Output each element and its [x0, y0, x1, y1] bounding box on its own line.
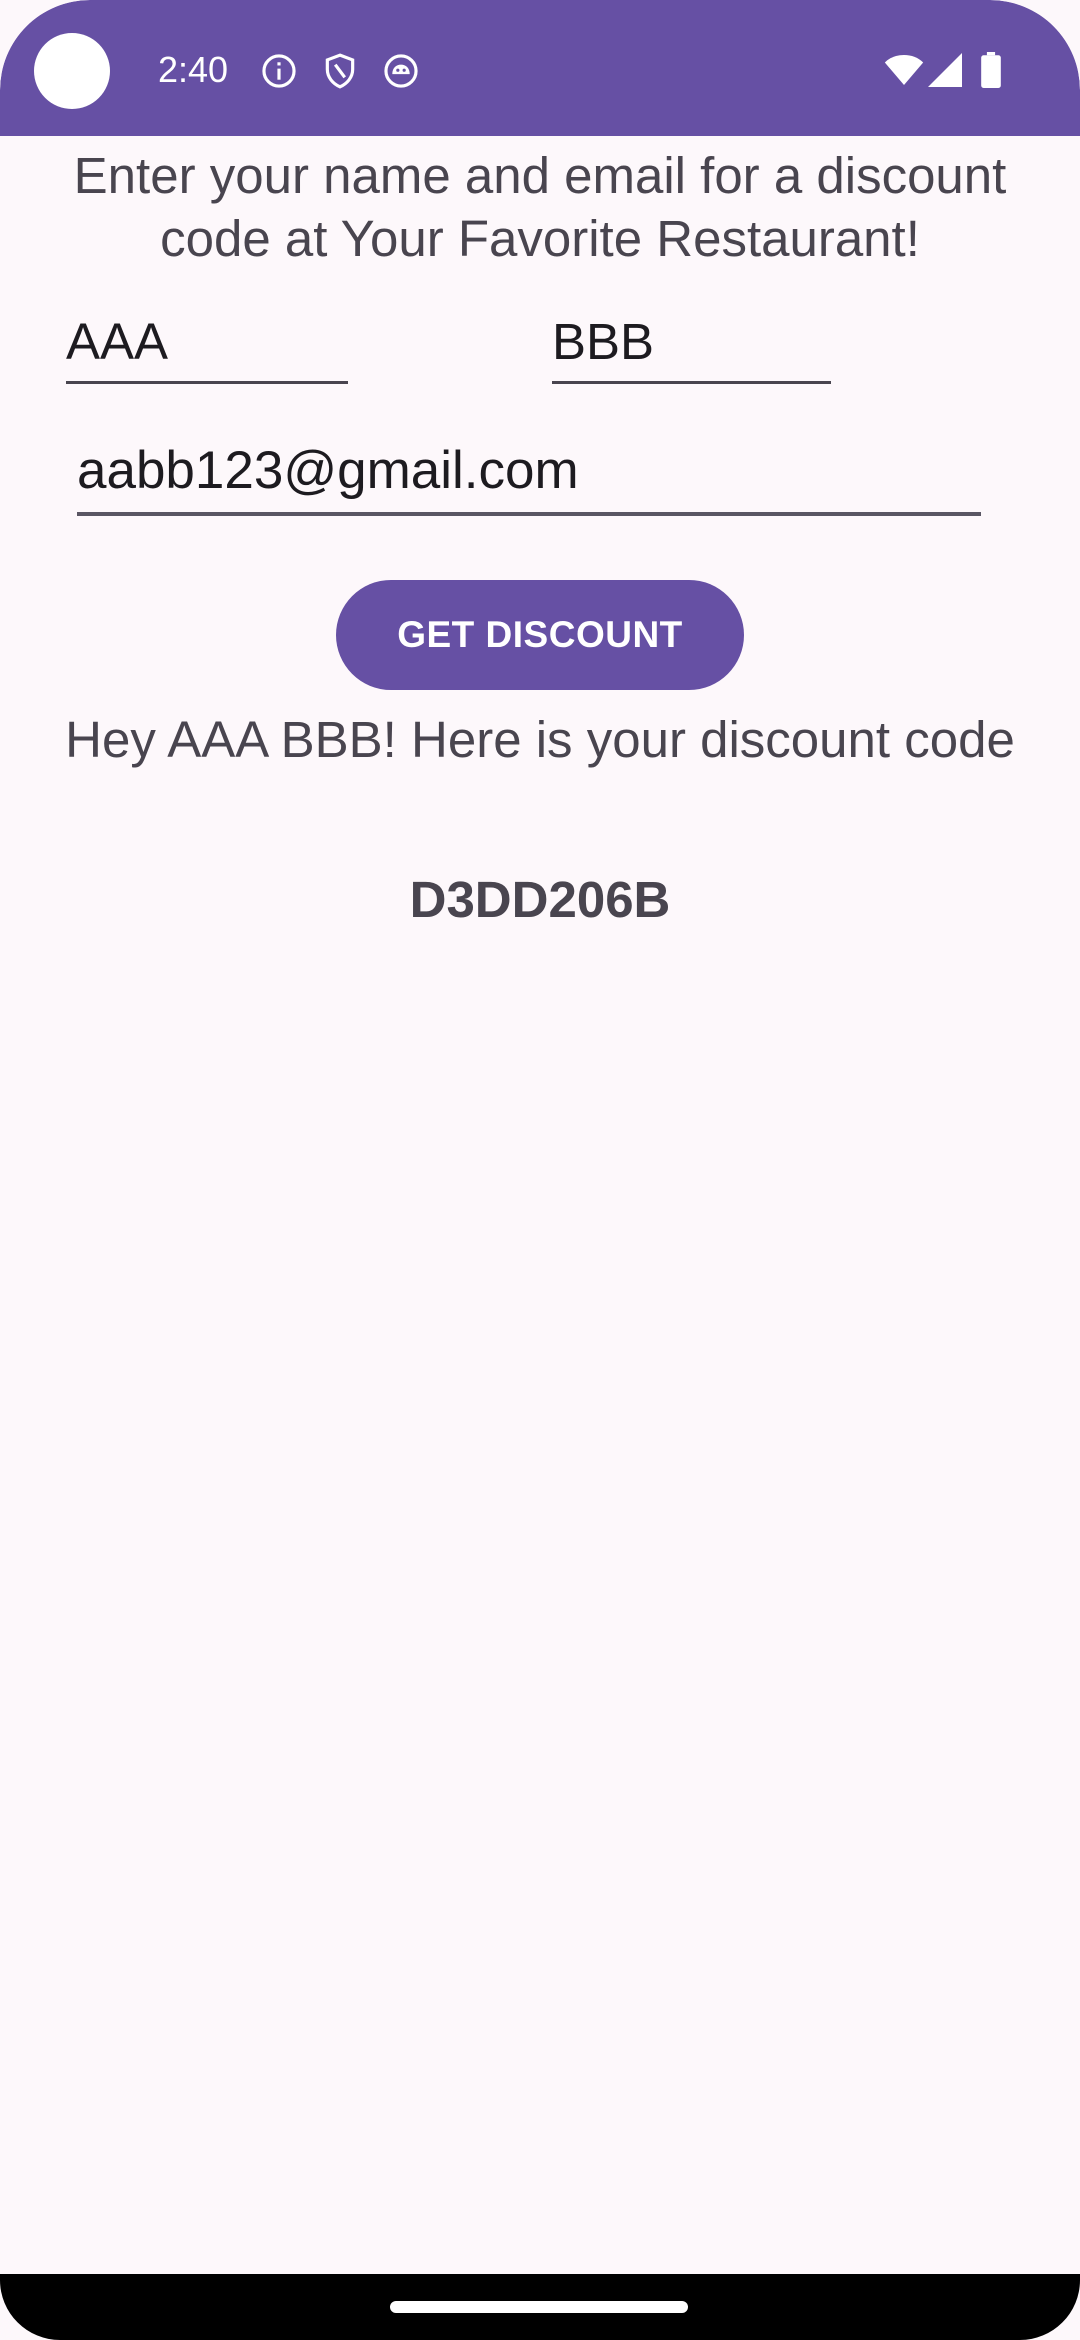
- app-screen: 2:40 Enter your name and email for a dis…: [0, 0, 1080, 2340]
- status-time: 2:40: [158, 49, 229, 90]
- android-icon: [382, 52, 420, 90]
- first-name-field[interactable]: AAA: [66, 312, 348, 384]
- first-name-value: AAA: [66, 313, 169, 370]
- shield-icon: [321, 52, 359, 90]
- email-underline: [77, 512, 981, 516]
- signal-icon: [928, 52, 962, 88]
- wifi-icon: [884, 52, 924, 88]
- status-bar: 2:40: [0, 0, 1080, 136]
- discount-code: D3DD206B: [409, 871, 671, 928]
- email-value: aabb123@gmail.com: [77, 441, 579, 500]
- info-icon: [260, 52, 298, 90]
- last-name-underline: [552, 381, 831, 384]
- battery-icon: [980, 52, 1002, 88]
- first-name-underline: [66, 381, 348, 384]
- camera-cutout: [34, 33, 110, 109]
- home-handle[interactable]: [390, 2301, 688, 2313]
- email-field[interactable]: aabb123@gmail.com: [77, 441, 981, 516]
- greeting-text: Hey AAA BBB! Here is your discount code: [65, 711, 1015, 768]
- last-name-value: BBB: [552, 313, 655, 370]
- get-discount-button[interactable]: GET DISCOUNT: [336, 580, 744, 690]
- last-name-field[interactable]: BBB: [552, 312, 831, 384]
- intro-text: Enter your name and email for a discount…: [73, 147, 1007, 267]
